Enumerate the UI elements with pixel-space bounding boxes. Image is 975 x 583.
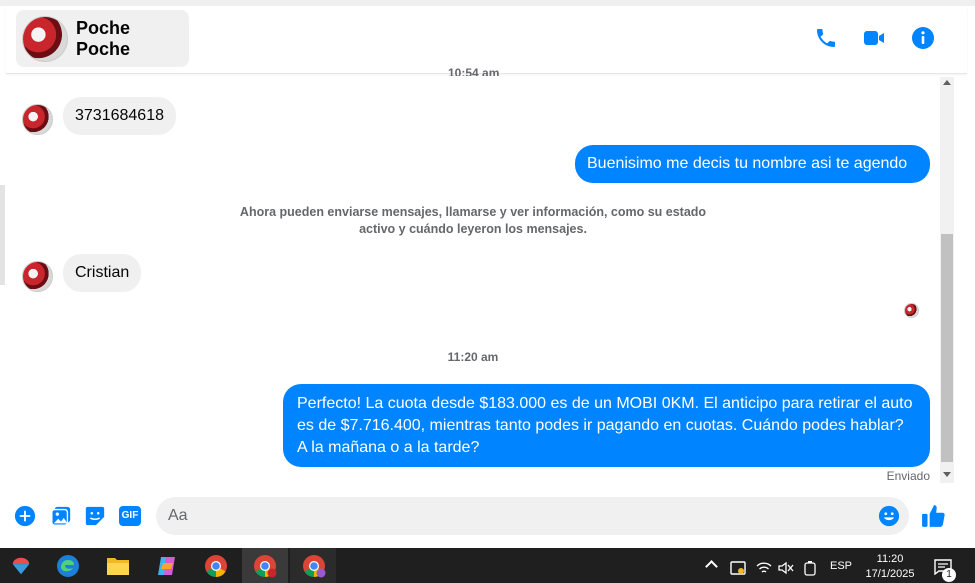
sent-status: Enviado [886, 469, 930, 483]
contact-avatar [22, 15, 68, 62]
message-input[interactable] [156, 497, 909, 535]
plus-icon[interactable] [14, 505, 36, 527]
phone-icon[interactable] [814, 26, 838, 50]
contact-name: Poche Poche [75, 17, 131, 59]
info-icon[interactable] [911, 26, 935, 50]
message-outgoing[interactable]: Perfecto! La cuota desde $183.000 es de … [283, 384, 930, 467]
read-receipt-avatar [904, 303, 919, 318]
chrome-icon[interactable] [203, 553, 229, 579]
widgets-icon[interactable] [8, 553, 34, 579]
system-clock[interactable]: 11:20 17/1/2025 [858, 552, 922, 582]
copilot-icon[interactable] [154, 553, 180, 579]
volume-muted-icon[interactable] [778, 561, 794, 575]
sticker-icon[interactable] [84, 505, 106, 527]
gif-icon[interactable]: GIF [119, 506, 141, 526]
message-incoming[interactable]: 3731684618 [63, 97, 176, 135]
clock-date: 17/1/2025 [865, 568, 915, 580]
contact-button[interactable]: Poche Poche [16, 10, 189, 67]
battery-icon[interactable] [803, 560, 817, 576]
chat-header: Poche Poche [6, 6, 967, 74]
image-icon[interactable] [50, 505, 72, 527]
language-indicator[interactable]: ESP [830, 560, 852, 572]
thumbs-up-icon[interactable] [921, 503, 947, 529]
clock-time: 11:20 [876, 553, 904, 565]
system-notice: Ahora pueden enviarse mensajes, llamarse… [239, 205, 707, 236]
message-outgoing[interactable]: Buenisimo me decis tu nombre asi te agen… [575, 145, 930, 183]
sender-avatar [22, 261, 53, 292]
windows-taskbar [0, 548, 975, 583]
scroll-down-arrow[interactable] [943, 472, 951, 477]
sender-avatar [22, 104, 53, 135]
message-incoming[interactable]: Cristian [63, 254, 142, 292]
edge-icon[interactable] [55, 553, 81, 579]
left-edge [0, 185, 5, 285]
security-tray-icon[interactable] [730, 560, 746, 576]
scrollbar-thumb[interactable] [941, 234, 953, 462]
video-call-icon[interactable] [862, 26, 886, 50]
timestamp: 11:20 am [447, 350, 499, 364]
timestamp-cut: 10:54 am [448, 66, 500, 76]
scroll-up-arrow[interactable] [943, 80, 951, 85]
file-explorer-icon[interactable] [105, 553, 131, 579]
wifi-icon[interactable] [756, 561, 772, 575]
messenger-window: Poche Poche 10:54 am 3731684618 Buenisim… [0, 0, 975, 548]
chrome-profile-icon[interactable] [252, 553, 278, 579]
notification-badge: 1 [942, 568, 956, 582]
emoji-icon[interactable] [878, 505, 900, 527]
chrome-incognito-icon[interactable] [301, 553, 327, 579]
